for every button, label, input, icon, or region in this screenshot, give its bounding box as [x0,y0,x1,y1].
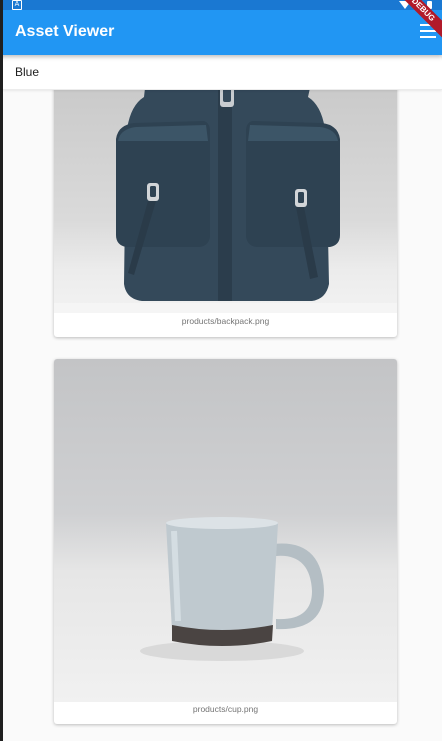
dropdown-selected-value: Blue [15,65,40,79]
asset-caption: products/backpack.png [181,316,270,326]
backpack-image [54,89,397,313]
cup-image [54,359,397,702]
menu-icon-line [420,36,436,38]
asset-caption: products/cup.png [192,704,259,714]
window-edge [0,0,3,741]
notification-icon: A [12,0,22,10]
color-dropdown[interactable]: Blue [3,53,442,90]
menu-icon-line [420,30,436,32]
asset-list[interactable]: products/backpack.png products/cup.png [3,89,442,741]
app-bar: Asset Viewer [0,10,442,55]
asset-card[interactable]: products/backpack.png [54,89,397,337]
asset-card[interactable]: products/cup.png [54,359,397,724]
status-bar: A [0,0,442,10]
app-title: Asset Viewer [15,23,115,40]
